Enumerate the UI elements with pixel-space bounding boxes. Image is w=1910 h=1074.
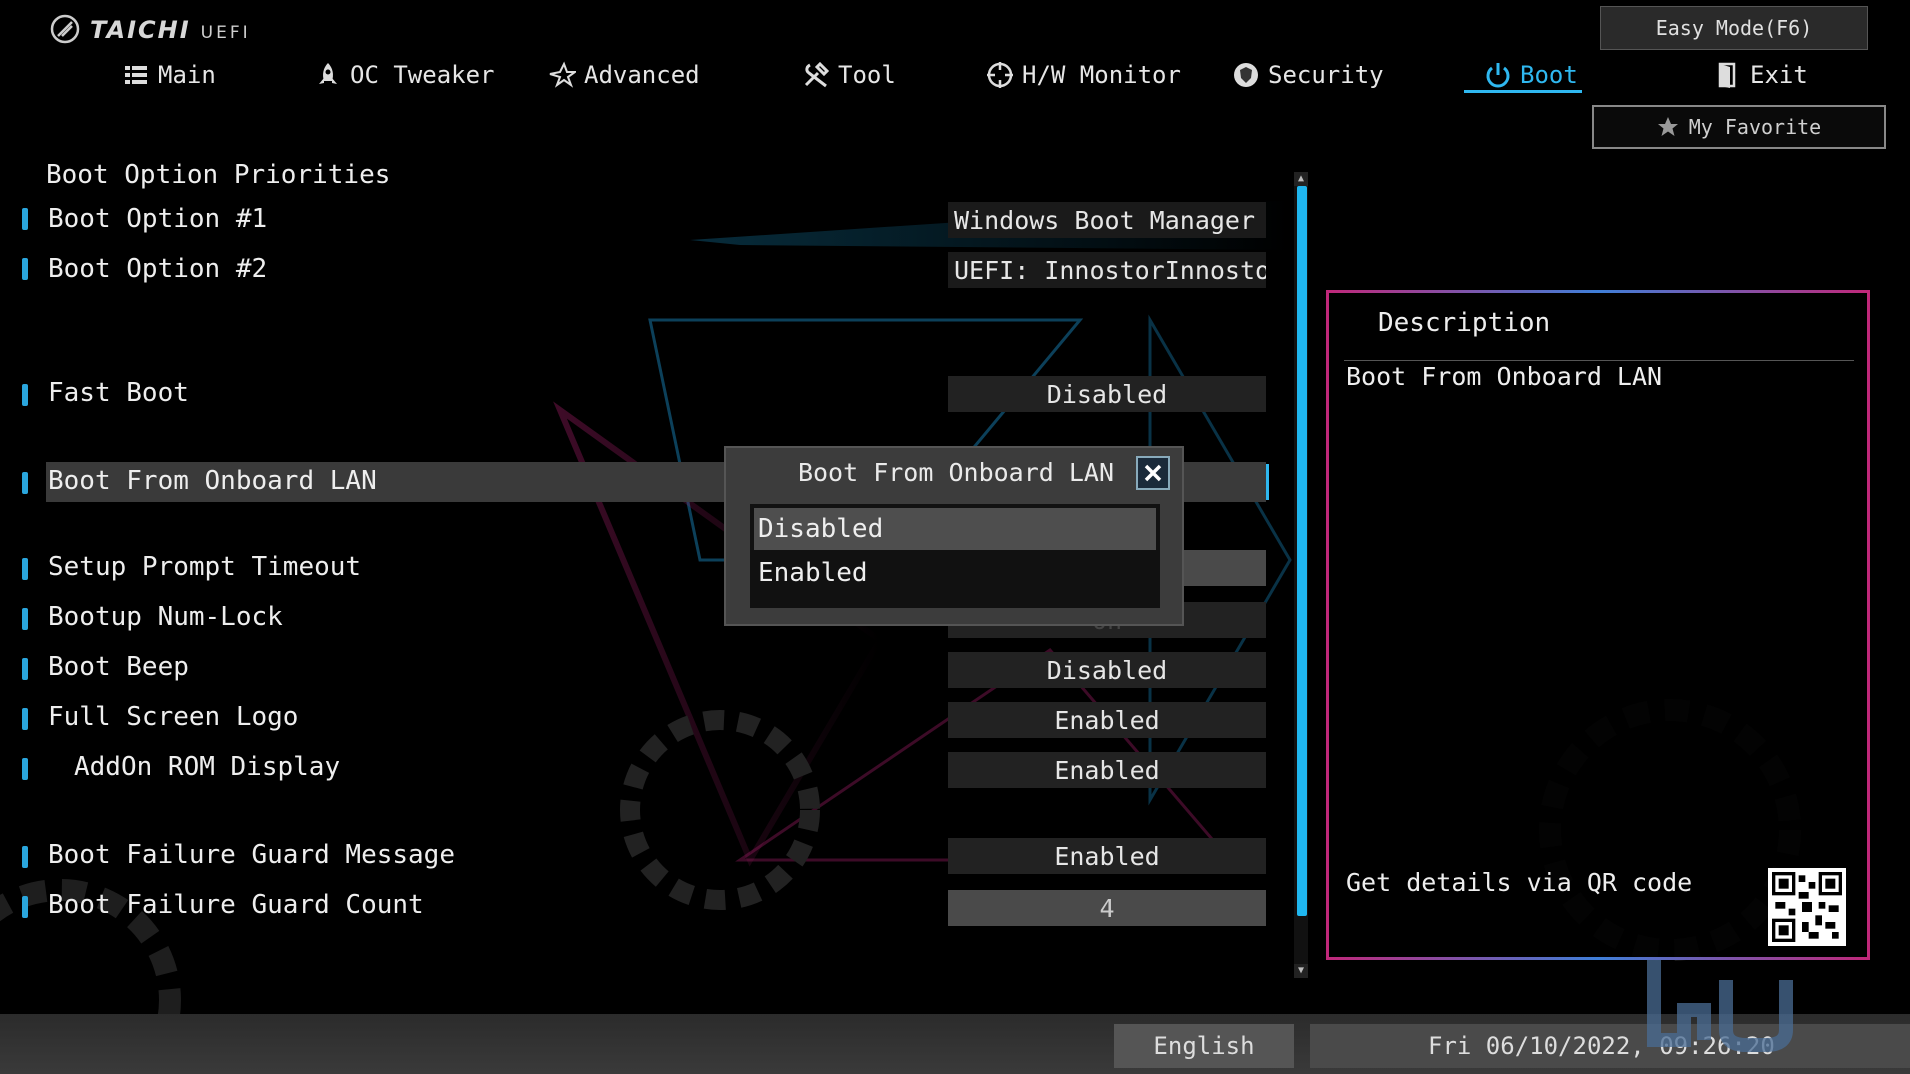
logo-brand: TAICHI [90,16,191,44]
tab-advanced[interactable]: Advanced [548,56,700,94]
row-bar [22,758,28,780]
setting-fast-boot[interactable]: Fast Boot [48,378,189,408]
value-boot-option-1[interactable]: Windows Boot Manager ... [948,202,1266,238]
setting-boot-beep[interactable]: Boot Beep [48,652,189,682]
scrollbar-thumb[interactable] [1297,186,1307,916]
star-icon [549,61,576,88]
wrench-icon [804,61,830,88]
tab-tool-label: Tool [838,61,896,89]
row-bar [22,896,28,918]
tab-hw-monitor-label: H/W Monitor [1022,61,1181,89]
row-bar [22,472,28,494]
taichi-logo-icon [50,14,80,44]
rocket-icon [319,63,337,84]
qr-code-icon [1768,868,1846,946]
setting-addon-rom-display[interactable]: AddOn ROM Display [74,752,340,782]
value-boot-failure-guard-count[interactable]: 4 [948,890,1266,926]
tab-exit[interactable]: Exit [1714,56,1808,94]
qr-code-graphic [1772,872,1842,942]
qr-caption: Get details via QR code [1346,868,1693,897]
shield-icon [1234,63,1258,87]
setting-setup-prompt-timeout[interactable]: Setup Prompt Timeout [48,552,361,582]
popup-option-enabled[interactable]: Enabled [754,552,1156,594]
value-fast-boot[interactable]: Disabled [948,376,1266,412]
my-favorite-button[interactable]: My Favorite [1592,105,1886,149]
row-bar [22,208,28,230]
easy-mode-button[interactable]: Easy Mode(F6) [1600,6,1868,50]
description-title: Description [1378,308,1551,338]
row-bar [22,658,28,680]
exit-door-icon [1718,62,1736,88]
value-addon-rom-display[interactable]: Enabled [948,752,1266,788]
popup-title: Boot From Onboard LAN [797,458,1115,487]
my-favorite-label: My Favorite [1688,115,1822,139]
popup-option-list: Disabled Enabled [750,504,1160,608]
description-text: Boot From Onboard LAN [1346,362,1663,391]
watermark-logo [1647,960,1793,1052]
setting-boot-option-2[interactable]: Boot Option #2 [48,254,267,284]
setting-bootup-num-lock[interactable]: Bootup Num-Lock [48,602,283,632]
star-filled-icon [1657,117,1678,136]
row-bar [22,846,28,868]
row-bar [22,608,28,630]
tab-boot[interactable]: Boot [1484,56,1578,94]
option-popup: Boot From Onboard LAN Disabled Enabled [724,446,1184,626]
logo-suffix: UEFI [200,23,251,43]
setting-boot-from-onboard-lan[interactable]: Boot From Onboard LAN [48,466,377,496]
section-title: Boot Option Priorities [46,160,391,190]
description-divider [1344,360,1854,361]
row-bar [22,558,28,580]
value-boot-option-2[interactable]: UEFI: InnostorInnosto... [948,252,1266,288]
scroll-up-icon[interactable]: ▲ [1294,172,1308,186]
tab-exit-label: Exit [1750,61,1808,89]
setting-boot-option-1[interactable]: Boot Option #1 [48,204,267,234]
tab-advanced-label: Advanced [584,61,700,89]
popup-option-disabled[interactable]: Disabled [754,508,1156,550]
tab-oc-tweaker-label: OC Tweaker [350,61,495,89]
scroll-down-icon[interactable]: ▼ [1294,964,1308,978]
popup-close-button[interactable] [1136,456,1170,490]
tab-hw-monitor[interactable]: H/W Monitor [986,56,1181,94]
tab-oc-tweaker[interactable]: OC Tweaker [314,56,495,94]
value-boot-beep[interactable]: Disabled [948,652,1266,688]
setting-full-screen-logo[interactable]: Full Screen Logo [48,702,298,732]
list-icon [125,66,147,84]
crosshair-icon [987,62,1013,88]
tab-main[interactable]: Main [122,56,216,94]
taichi-logo: TAICHI UEFI [50,14,251,44]
value-full-screen-logo[interactable]: Enabled [948,702,1266,738]
row-bar [22,384,28,406]
language-button[interactable]: English [1114,1024,1294,1068]
tab-tool[interactable]: Tool [802,56,896,94]
tab-boot-label: Boot [1520,61,1578,89]
tab-security-label: Security [1268,61,1384,89]
setting-boot-failure-guard-message[interactable]: Boot Failure Guard Message [48,840,455,870]
row-bar [22,708,28,730]
setting-boot-failure-guard-count[interactable]: Boot Failure Guard Count [48,890,424,920]
active-tab-underline [1464,90,1582,93]
row-bar [22,258,28,280]
close-icon [1144,464,1162,482]
tab-main-label: Main [158,61,216,89]
value-boot-failure-guard-message[interactable]: Enabled [948,838,1266,874]
tab-security[interactable]: Security [1232,56,1384,94]
power-icon [1486,63,1510,88]
